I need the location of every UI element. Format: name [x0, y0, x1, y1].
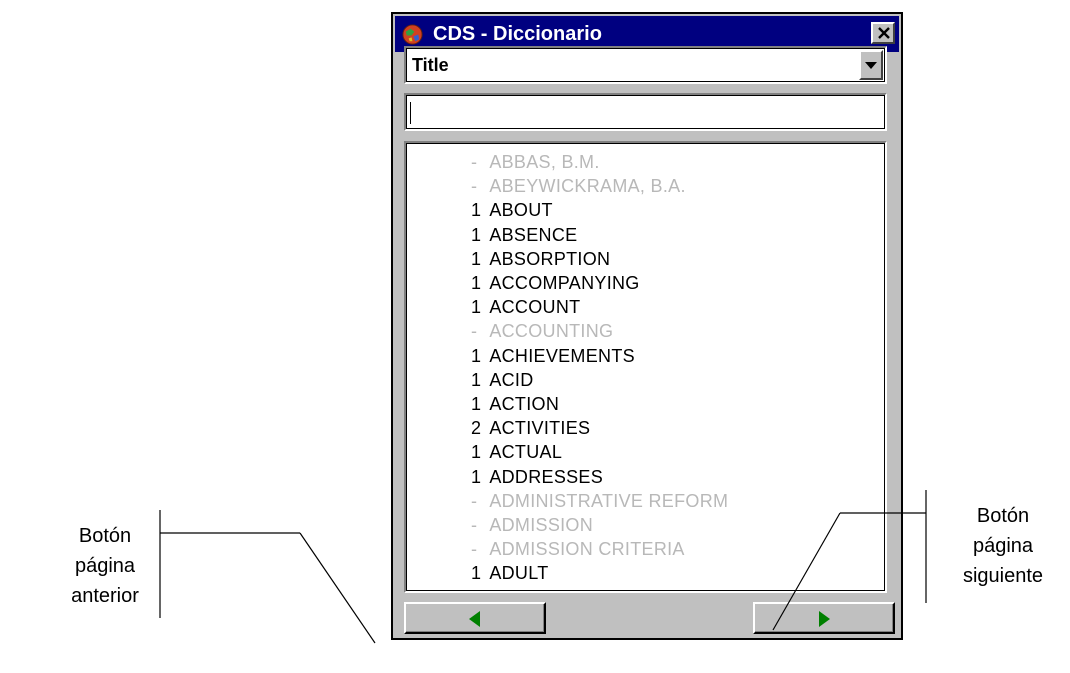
callout-line: anterior: [71, 585, 139, 607]
callout-line: página: [74, 555, 136, 577]
prev-button-callout: Botón página anterior: [45, 521, 165, 611]
next-button-callout: Botón página siguiente: [948, 501, 1058, 591]
callout-line: siguiente: [962, 565, 1044, 587]
callout-line: Botón: [78, 525, 132, 547]
callout-line: Botón: [976, 505, 1030, 527]
callout-line: página: [972, 535, 1034, 557]
